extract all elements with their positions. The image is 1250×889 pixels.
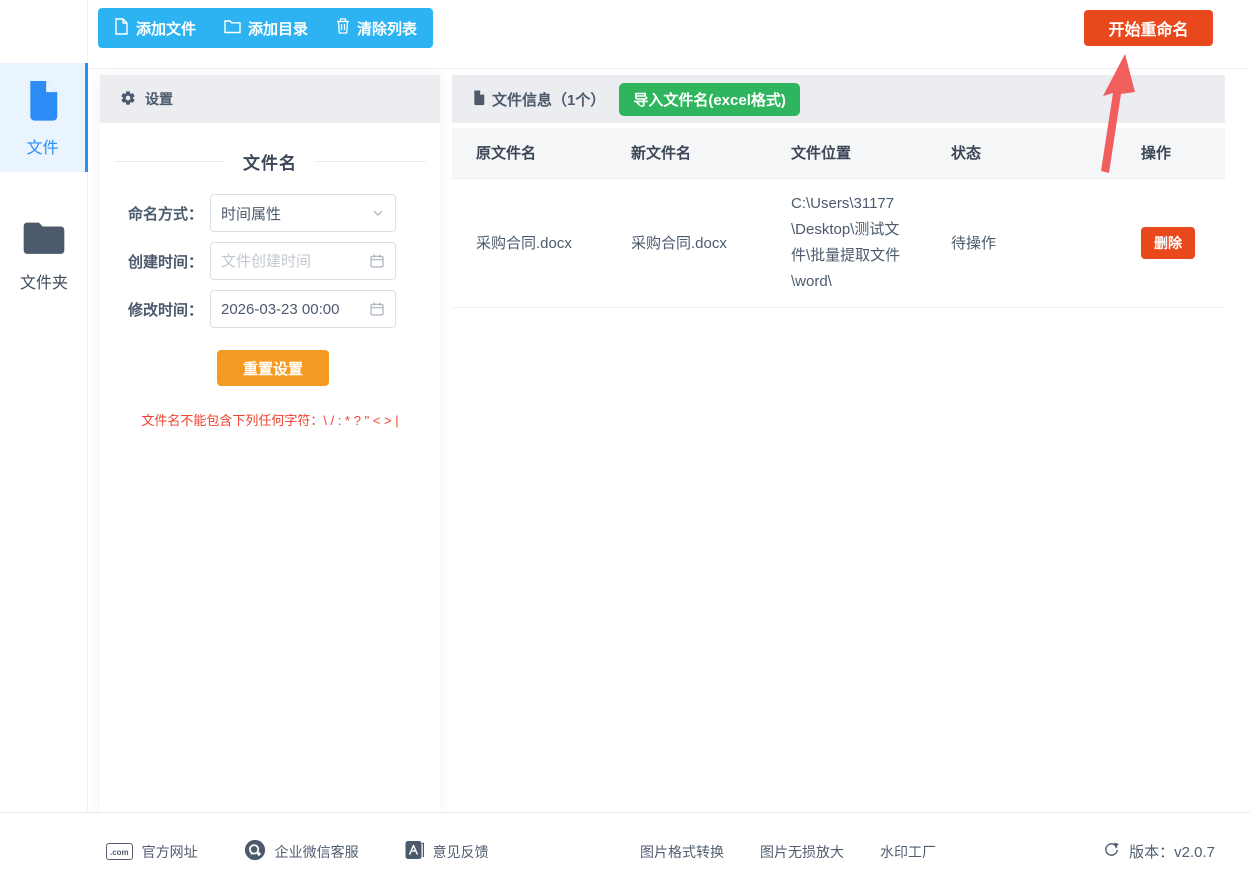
- sidebar: 文件 文件夹: [0, 0, 88, 812]
- filename-section-title: 文件名: [114, 149, 426, 174]
- created-time-input-wrap: [210, 242, 396, 280]
- file-info-title: 文件信息（1个）: [492, 89, 605, 110]
- content-divider: [88, 68, 1250, 69]
- modified-time-row: 修改时间：: [100, 290, 440, 328]
- feedback-label: 意见反馈: [433, 842, 489, 862]
- add-file-label: 添加文件: [136, 18, 196, 39]
- col-new-name: 新文件名: [607, 128, 767, 178]
- folder-solid-icon: [22, 243, 66, 260]
- file-info-header: 文件信息（1个） 导入文件名(excel格式): [452, 75, 1225, 123]
- table-row: 采购合同.docx 采购合同.docx C:\Users\31177\Deskt…: [452, 178, 1225, 307]
- sidebar-item-folder[interactable]: 文件夹: [0, 202, 88, 307]
- cell-status: 待操作: [927, 178, 1117, 307]
- col-location: 文件位置: [767, 128, 927, 178]
- file-table: 原文件名 新文件名 文件位置 状态 操作 采购合同.docx 采购合同.docx…: [452, 128, 1225, 308]
- naming-method-label: 命名方式：: [100, 203, 210, 224]
- feedback-icon: [405, 840, 424, 863]
- wechat-work-icon: [244, 839, 266, 864]
- clear-list-button[interactable]: 清除列表: [336, 18, 417, 39]
- modified-time-label: 修改时间：: [100, 299, 210, 320]
- file-info-panel: 文件信息（1个） 导入文件名(excel格式) 原文件名 新文件名 文件位置 状…: [452, 75, 1225, 812]
- created-time-row: 创建时间：: [100, 242, 440, 280]
- clear-list-label: 清除列表: [357, 18, 417, 39]
- naming-method-value: 时间属性: [221, 203, 365, 224]
- import-filenames-button[interactable]: 导入文件名(excel格式): [619, 83, 800, 116]
- sidebar-item-label: 文件: [0, 134, 85, 158]
- settings-panel: 设置 文件名 命名方式： 时间属性 创建时间：: [100, 75, 440, 812]
- sidebar-item-file[interactable]: 文件: [0, 63, 88, 172]
- refresh-icon[interactable]: [1103, 841, 1120, 862]
- naming-method-row: 命名方式： 时间属性: [100, 194, 440, 232]
- footer-tools: 图片格式转换 图片无损放大 水印工厂: [640, 813, 936, 889]
- cell-new-name: 采购合同.docx: [607, 178, 767, 307]
- created-time-input[interactable]: [221, 253, 363, 270]
- add-directory-label: 添加目录: [248, 18, 308, 39]
- filename-warning-text: 文件名不能包含下列任何字符：\ / : * ? " < > |: [100, 410, 440, 429]
- official-site-link[interactable]: .com 官方网址: [106, 842, 198, 862]
- toolbar: 添加文件 添加目录 清除列表: [98, 8, 433, 48]
- file-solid-icon: [472, 89, 486, 110]
- calendar-icon[interactable]: [369, 253, 385, 269]
- col-action: 操作: [1117, 128, 1225, 178]
- file-info-title-wrap: 文件信息（1个）: [472, 89, 605, 110]
- col-original-name: 原文件名: [452, 128, 607, 178]
- wechat-support-label: 企业微信客服: [275, 842, 359, 862]
- settings-title: 设置: [145, 89, 173, 109]
- gear-icon: [120, 90, 136, 109]
- created-time-label: 创建时间：: [100, 251, 210, 272]
- version-info: 版本：v2.0.7: [1103, 813, 1215, 889]
- tool-image-format-convert[interactable]: 图片格式转换: [640, 842, 724, 862]
- trash-icon: [336, 18, 350, 38]
- delete-button[interactable]: 删除: [1141, 227, 1195, 259]
- dotcom-icon: .com: [106, 843, 133, 860]
- calendar-icon[interactable]: [369, 301, 385, 317]
- folder-icon: [224, 19, 241, 38]
- start-rename-button[interactable]: 开始重命名: [1084, 10, 1213, 46]
- modified-time-input-wrap: [210, 290, 396, 328]
- chevron-down-icon: [371, 206, 385, 220]
- version-label: 版本：v2.0.7: [1129, 841, 1215, 862]
- settings-form: 命名方式： 时间属性 创建时间： 修改时间：: [100, 194, 440, 328]
- file-icon: [114, 18, 129, 39]
- file-solid-icon: [24, 108, 62, 125]
- wechat-support-link[interactable]: 企业微信客服: [244, 839, 359, 864]
- add-file-button[interactable]: 添加文件: [114, 18, 196, 39]
- section-title-text: 文件名: [243, 149, 297, 174]
- naming-method-select[interactable]: 时间属性: [210, 194, 396, 232]
- divider-line: [114, 161, 225, 162]
- reset-settings-button[interactable]: 重置设置: [217, 350, 329, 386]
- col-status: 状态: [927, 128, 1117, 178]
- feedback-link[interactable]: 意见反馈: [405, 840, 489, 863]
- sidebar-item-label: 文件夹: [0, 269, 88, 293]
- table-header-row: 原文件名 新文件名 文件位置 状态 操作: [452, 128, 1225, 178]
- divider-line: [315, 161, 426, 162]
- app-window: 文件 文件夹 添加文件 添加目录: [0, 0, 1250, 889]
- footer-links: .com 官方网址 企业微信客服 意见反馈: [106, 813, 489, 889]
- add-directory-button[interactable]: 添加目录: [224, 18, 308, 39]
- cell-original-name: 采购合同.docx: [452, 178, 607, 307]
- tool-image-lossless-upscale[interactable]: 图片无损放大: [760, 842, 844, 862]
- modified-time-input[interactable]: [221, 301, 363, 318]
- footer: .com 官方网址 企业微信客服 意见反馈 图片格式转换 图片无损放大 水印工厂: [0, 812, 1250, 889]
- official-site-label: 官方网址: [142, 842, 198, 862]
- cell-action: 删除: [1117, 178, 1225, 307]
- settings-header: 设置: [100, 75, 440, 123]
- tool-watermark-factory[interactable]: 水印工厂: [880, 842, 936, 862]
- cell-location: C:\Users\31177\Desktop\测试文件\批量提取文件\word\: [767, 178, 927, 307]
